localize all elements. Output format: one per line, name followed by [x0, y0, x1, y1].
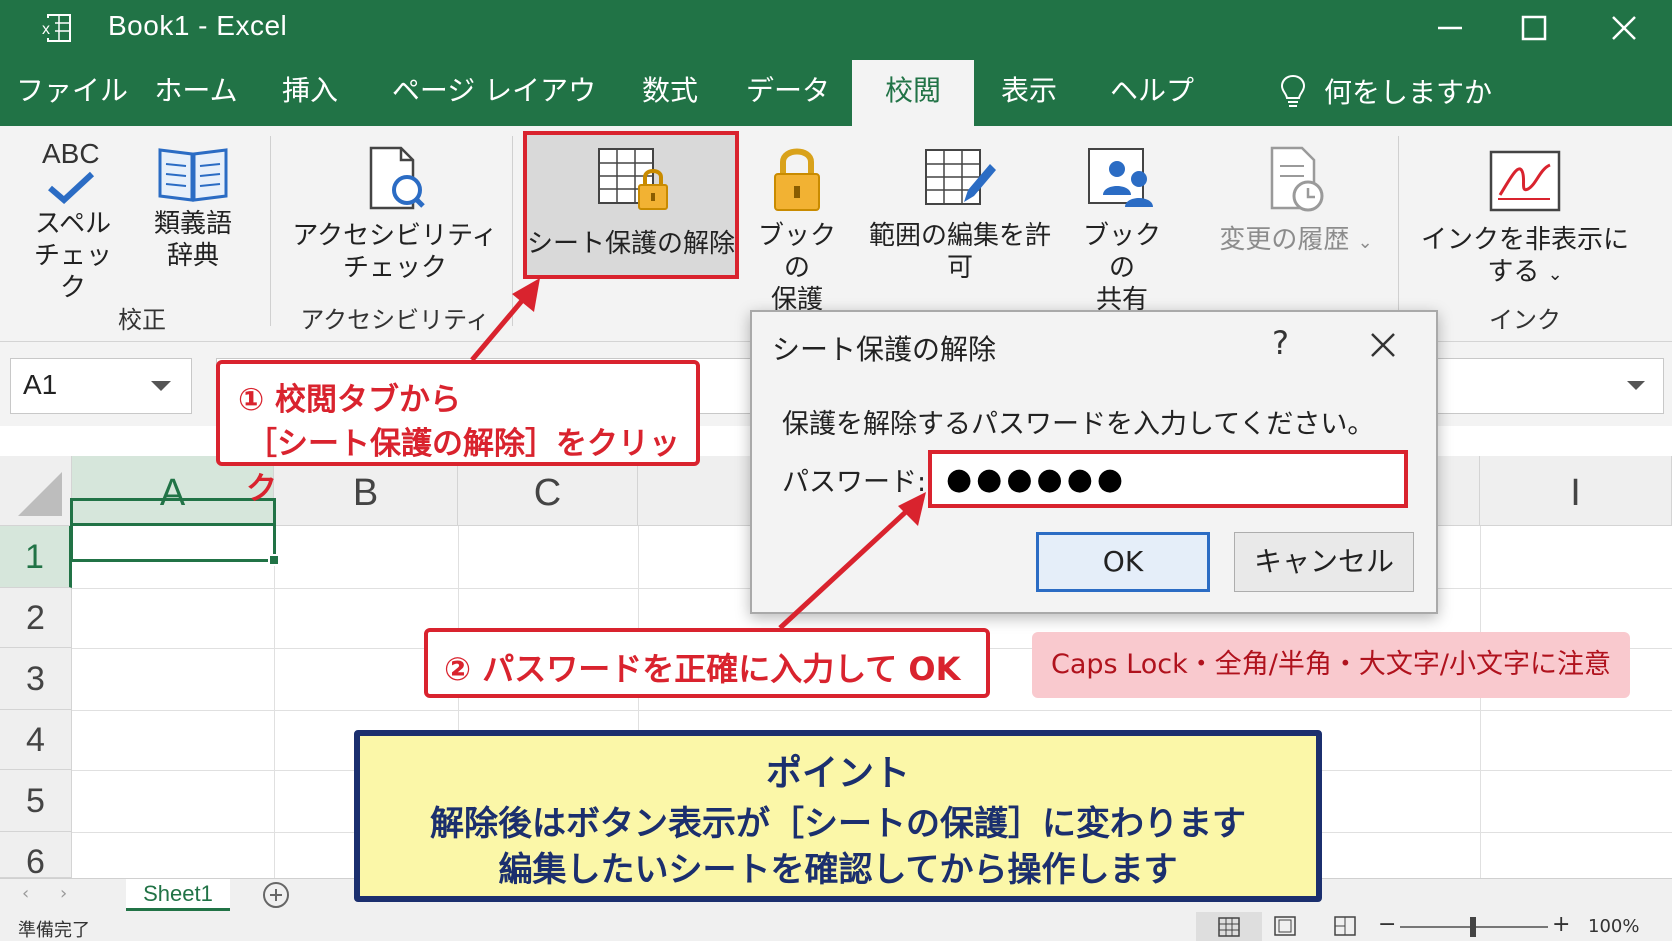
point-title: ポイント: [765, 753, 910, 794]
callout-step2: ② パスワードを正確に入力して OK: [424, 628, 990, 698]
caution-note: Caps Lock・全角/半角・大文字/小文字に注意: [1032, 632, 1630, 698]
point-line1: 解除後はボタン表示が［シートの保護］に変わります: [430, 804, 1246, 844]
callout-step1: ① 校閲タブから ［シート保護の解除］をクリック: [216, 360, 700, 507]
point-line2: 編集したいシートを確認してから操作します: [498, 850, 1178, 890]
point-box: ポイント 解除後はボタン表示が［シートの保護］に変わります 編集したいシートを確…: [354, 730, 1322, 902]
